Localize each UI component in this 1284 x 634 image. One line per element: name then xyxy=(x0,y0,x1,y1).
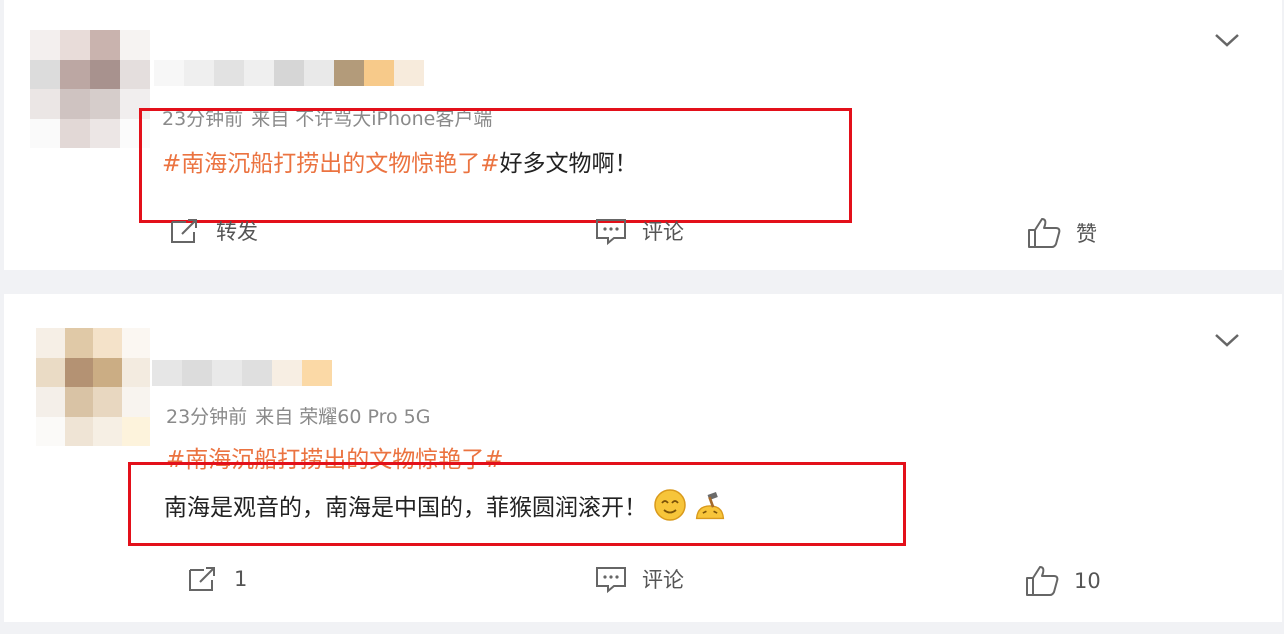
post-text: 南海是观音的，南海是中国的，菲猴圆润滚开！ xyxy=(164,495,647,521)
like-label: 赞 xyxy=(1076,222,1097,246)
thumbs-up-icon xyxy=(1028,218,1061,248)
avatar[interactable] xyxy=(36,328,150,446)
like-count: 10 xyxy=(1074,569,1101,593)
post-source: 来自 荣耀60 Pro 5G xyxy=(255,406,431,428)
hammer-emoji-icon xyxy=(695,492,725,520)
post-time: 23分钟前 xyxy=(166,406,248,428)
post-card: 23分钟前 来自 不许骂大iPhone客户端 #南海沉船打捞出的文物惊艳了#好多文… xyxy=(4,0,1282,270)
repost-count: 1 xyxy=(234,567,248,591)
username-blurred[interactable] xyxy=(152,360,332,386)
highlight-box xyxy=(139,108,852,223)
comment-button[interactable]: 评论 xyxy=(594,564,684,594)
doge-emoji-icon xyxy=(654,489,686,521)
comment-button[interactable]: 评论 xyxy=(594,216,684,246)
repost-button[interactable]: 1 xyxy=(186,564,247,594)
avatar[interactable] xyxy=(30,30,150,148)
comment-icon xyxy=(596,219,626,246)
thumbs-up-icon xyxy=(1026,566,1059,596)
repost-icon xyxy=(189,567,215,591)
comment-label: 评论 xyxy=(642,568,684,592)
comment-icon xyxy=(596,567,626,594)
chevron-down-icon[interactable] xyxy=(1212,30,1242,50)
like-button[interactable]: 赞 xyxy=(1026,216,1097,250)
username-blurred[interactable] xyxy=(154,60,424,86)
post-content: 南海是观音的，南海是中国的，菲猴圆润滚开！ xyxy=(164,488,727,522)
repost-icon xyxy=(171,219,197,243)
like-button[interactable]: 10 xyxy=(1024,564,1101,598)
post-card: 23分钟前 来自 荣耀60 Pro 5G #南海沉船打捞出的文物惊艳了# 南海是观… xyxy=(4,294,1282,622)
repost-label: 转发 xyxy=(216,220,258,244)
comment-label: 评论 xyxy=(642,220,684,244)
repost-button[interactable]: 转发 xyxy=(168,216,258,246)
chevron-down-icon[interactable] xyxy=(1212,330,1242,350)
post-meta: 23分钟前 来自 荣耀60 Pro 5G xyxy=(166,402,430,429)
